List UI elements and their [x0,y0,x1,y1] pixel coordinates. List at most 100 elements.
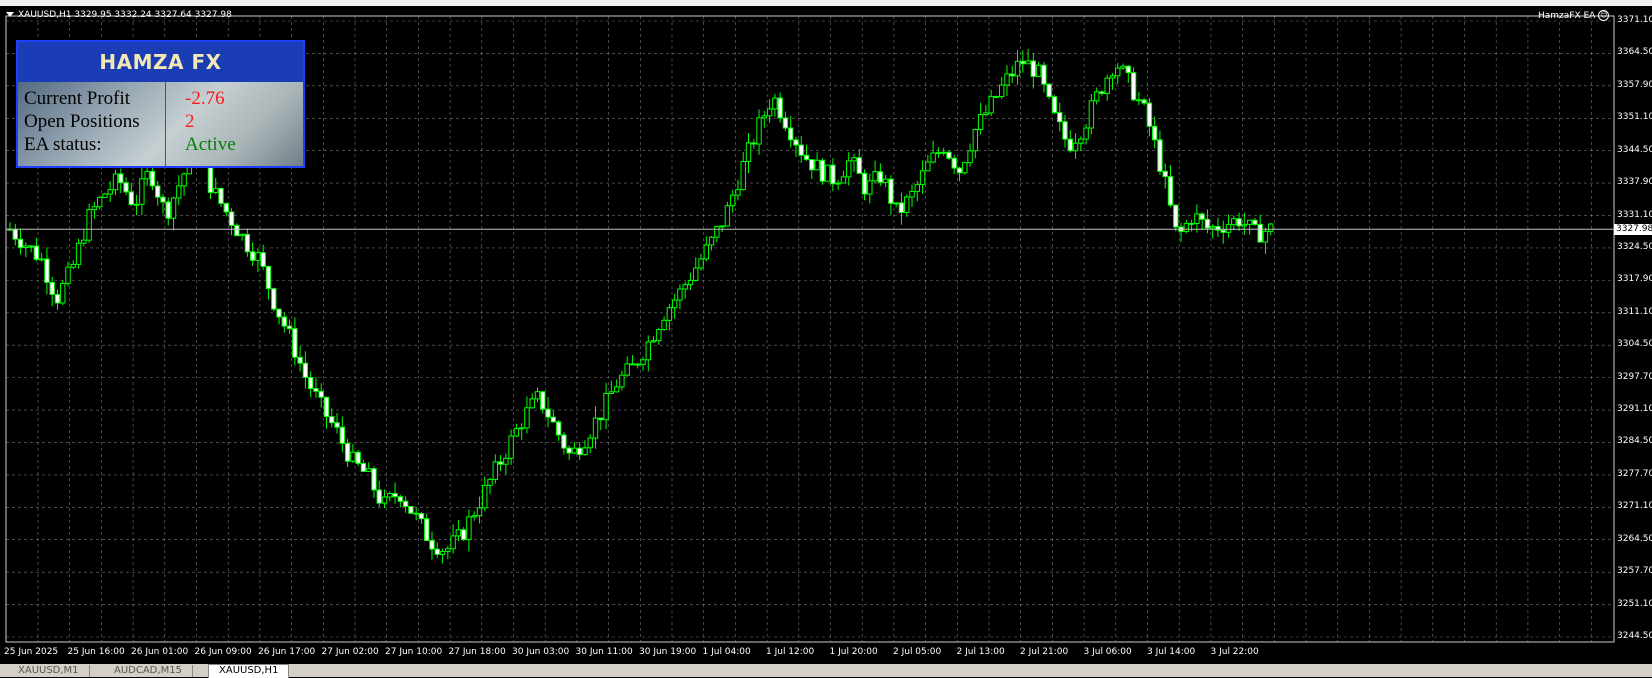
candle-body [677,288,683,301]
candle [244,228,251,257]
candle [1252,218,1258,226]
tab-audcad-m15[interactable]: AUDCAD,M15 [104,665,193,677]
candle-body [466,516,472,541]
candle-body [424,518,430,542]
candle-body [144,170,150,180]
candle [281,312,288,333]
candle [75,238,82,269]
candle-body [1120,65,1126,69]
candle [650,336,657,343]
candle [133,194,140,216]
candle-body [893,202,899,205]
candle-body [1210,225,1216,229]
price-axis[interactable] [1614,6,1652,656]
candle-body [234,224,240,237]
candle-body [661,319,667,331]
candle-body [17,238,24,249]
candle-body [819,159,826,182]
candle-body [1051,96,1058,114]
candle-body [75,242,82,265]
candle [350,444,356,464]
candle [1083,124,1089,145]
candle-body [139,178,145,205]
tab-xauusd-h1[interactable]: XAUUSD,H1 [208,664,290,678]
candle [529,393,535,409]
candle-body [935,152,942,155]
candle-body [840,176,847,184]
current-profit-value: -2.76 [185,88,225,109]
candle-body [244,233,251,253]
candle-body [714,226,720,238]
candle-body [518,427,525,430]
candle [503,453,509,475]
candle-body [909,190,915,198]
candle-body [1146,102,1153,127]
candle-body [44,258,50,283]
candle [1215,217,1221,237]
candle-body [972,129,979,152]
candle-body [550,416,557,423]
candle [877,163,884,186]
price-tick-label: 3264.50 [1617,533,1652,544]
candle-body [455,529,462,537]
candle-body [439,551,446,555]
candle-body [1194,213,1200,224]
candle [402,496,409,513]
candle-body [471,515,477,518]
candle [613,379,620,393]
candle [17,228,24,255]
candle [545,397,551,428]
time-tick-label: 1 Jul 12:00 [766,647,815,657]
candle [698,253,704,271]
chart-menu-arrow-icon[interactable] [6,12,14,17]
candle [524,396,530,434]
candle-body [856,157,862,174]
candle [123,177,129,196]
candle [387,491,393,502]
candle [1199,212,1205,230]
candle-body [96,196,103,208]
candle [772,93,778,117]
candle-body [1093,91,1100,102]
tab-xauusd-m1[interactable]: XAUUSD,M1 [8,665,90,677]
candle [1225,214,1232,238]
candle [814,152,820,171]
candle-body [888,178,894,204]
candle-body [286,325,293,330]
candle [645,335,651,372]
time-tick-label: 26 Jun 17:00 [258,647,316,657]
candle-body [176,185,182,199]
candle [445,545,451,560]
candle-body [307,376,314,390]
candle-body [1125,65,1131,74]
candle-body [28,245,34,248]
candle [471,511,477,521]
candle-body [1072,142,1079,152]
candle-body [1225,224,1232,233]
candle [1162,163,1168,189]
candle [967,143,973,167]
candle-body [555,421,562,436]
candle-body [1173,204,1179,228]
candle-body [513,428,520,437]
candle [355,450,361,466]
time-tick-label: 2 Jul 13:00 [956,647,1005,657]
candle-body [360,462,367,472]
candle [366,462,372,472]
candle-body [503,457,509,465]
candle-body [102,193,108,198]
candle-body [693,267,699,281]
candle-body [940,151,947,154]
candle [956,166,963,182]
candle [460,527,467,542]
candle [888,175,894,215]
candle [1173,204,1179,232]
candle [149,167,156,191]
candle [703,236,709,262]
ea-indicator[interactable]: HamzaFX EA ☺ [1538,10,1610,21]
candle-body [1188,222,1195,225]
current-profit-label: Current Profit [24,88,131,109]
candle-body [1109,75,1116,79]
panel-divider [165,82,166,166]
candle [1220,220,1226,244]
